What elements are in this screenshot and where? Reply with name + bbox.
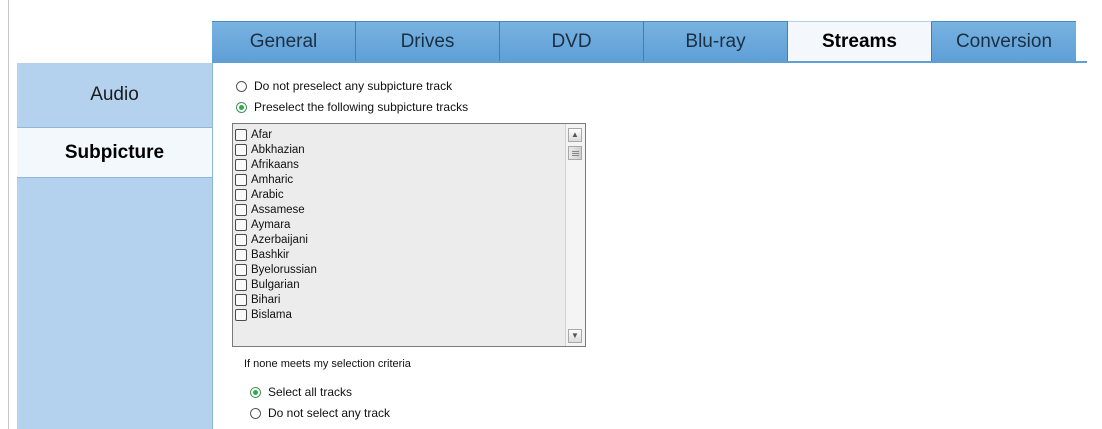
tab-bar-underline [212, 61, 1087, 63]
scroll-up-arrow-icon[interactable]: ▲ [568, 128, 582, 142]
tab-dvd[interactable]: DVD [500, 21, 644, 62]
language-list-item[interactable]: Bislama [235, 307, 567, 322]
language-list-item[interactable]: Byelorussian [235, 262, 567, 277]
language-label: Bihari [251, 293, 281, 306]
language-list-item[interactable]: Aymara [235, 217, 567, 232]
checkbox-icon[interactable] [235, 248, 247, 261]
list-scrollbar[interactable]: ▲ ▼ [565, 124, 585, 346]
tab-blu-ray[interactable]: Blu-ray [644, 21, 788, 62]
language-list-item[interactable]: Bashkir [235, 247, 567, 262]
radio-select-none-label: Do not select any track [268, 406, 391, 420]
radio-no-preselect[interactable]: Do not preselect any subpicture track [236, 79, 452, 93]
language-label: Aymara [251, 218, 291, 231]
radio-select-no-track[interactable]: Do not select any track [250, 406, 390, 420]
language-label: Arabic [251, 188, 284, 201]
language-label: Bashkir [251, 248, 290, 261]
language-list-item[interactable]: Azerbaijani [235, 232, 567, 247]
radio-selected-icon [236, 101, 247, 113]
language-label: Assamese [251, 203, 305, 216]
language-items: Afar Abkhazian Afrikaans Amharic Arabic Assam… [235, 127, 567, 322]
language-label: Bislama [251, 308, 292, 321]
checkbox-icon[interactable] [235, 308, 247, 321]
radio-icon [236, 80, 247, 92]
language-list-item[interactable]: Arabic [235, 187, 567, 202]
window-left-border [8, 0, 9, 429]
language-label: Afrikaans [251, 158, 299, 171]
checkbox-icon[interactable] [235, 278, 247, 291]
language-label: Azerbaijani [251, 233, 308, 246]
tab-streams[interactable]: Streams [788, 21, 932, 62]
checkbox-icon[interactable] [235, 173, 247, 186]
language-list-item[interactable]: Afrikaans [235, 157, 567, 172]
tab-conversion[interactable]: Conversion [932, 21, 1076, 62]
language-label: Bulgarian [251, 278, 300, 291]
checkbox-icon[interactable] [235, 263, 247, 276]
scroll-down-arrow-icon[interactable]: ▼ [568, 329, 582, 343]
radio-selected-icon [250, 386, 261, 398]
top-tab-bar: General Drives DVD Blu-ray Streams Conve… [212, 21, 1087, 62]
radio-no-preselect-label: Do not preselect any subpicture track [254, 79, 453, 93]
checkbox-icon[interactable] [235, 203, 247, 216]
checkbox-icon[interactable] [235, 158, 247, 171]
subpicture-language-list[interactable]: Afar Abkhazian Afrikaans Amharic Arabic Assam… [232, 123, 586, 347]
checkbox-icon[interactable] [235, 128, 247, 141]
radio-icon [250, 407, 261, 419]
checkbox-icon[interactable] [235, 188, 247, 201]
language-label: Afar [251, 128, 273, 141]
language-list-item[interactable]: Abkhazian [235, 142, 567, 157]
tab-general[interactable]: General [212, 21, 356, 62]
language-list-item[interactable]: Amharic [235, 172, 567, 187]
checkbox-icon[interactable] [235, 143, 247, 156]
radio-select-all-tracks[interactable]: Select all tracks [250, 385, 352, 399]
language-list-item[interactable]: Afar [235, 127, 567, 142]
checkbox-icon[interactable] [235, 233, 247, 246]
language-list-item[interactable]: Bulgarian [235, 277, 567, 292]
fallback-caption: If none meets my selection criteria [244, 358, 411, 370]
language-list-item[interactable]: Bihari [235, 292, 567, 307]
scroll-thumb[interactable] [568, 146, 582, 160]
side-nav: Audio Subpicture [17, 63, 213, 429]
checkbox-icon[interactable] [235, 218, 247, 231]
radio-select-all-label: Select all tracks [268, 385, 353, 399]
tab-drives[interactable]: Drives [356, 21, 500, 62]
language-list-item[interactable]: Assamese [235, 202, 567, 217]
radio-preselect-following-label: Preselect the following subpicture track… [254, 100, 469, 114]
language-label: Byelorussian [251, 263, 317, 276]
language-label: Amharic [251, 173, 294, 186]
language-label: Abkhazian [251, 143, 305, 156]
sidenav-item-audio[interactable]: Audio [17, 63, 212, 128]
sidenav-item-subpicture[interactable]: Subpicture [17, 128, 212, 178]
radio-preselect-following[interactable]: Preselect the following subpicture track… [236, 100, 468, 114]
checkbox-icon[interactable] [235, 293, 247, 306]
